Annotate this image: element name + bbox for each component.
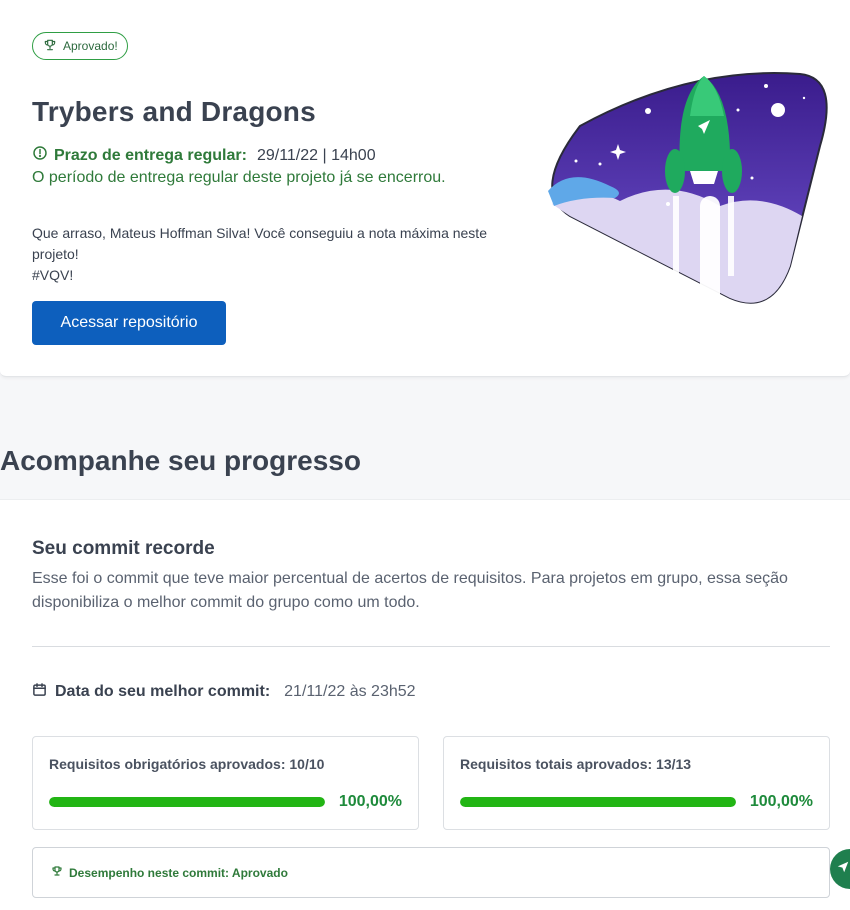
project-card: Aprovado! Trybers and Dragons Prazo de e… (0, 0, 850, 377)
total-requirements-percent: 100,00% (749, 793, 813, 810)
total-requirements-label: Requisitos totais aprovados: 13/13 (460, 756, 692, 772)
status-badge: Aprovado! (32, 32, 128, 60)
commit-performance-text: Desempenho neste commit: Aprovado (69, 865, 288, 880)
best-commit-value: 21/11/22 às 23h52 (284, 683, 416, 700)
mandatory-requirements-label: Requisitos obrigatórios aprovados: 10/10 (49, 756, 325, 772)
commit-record-description: Esse foi o commit que teve maior percent… (32, 570, 788, 611)
status-badge-label: Aprovado! (63, 39, 118, 53)
commit-record-card: Seu commit recorde Esse foi o commit que… (0, 499, 850, 910)
mandatory-requirements-percent: 100,00% (338, 793, 402, 810)
deadline-label: Prazo de entrega regular: (54, 146, 247, 164)
access-repository-button[interactable]: Acessar repositório (32, 301, 226, 345)
commit-record-title: Seu commit recorde (32, 538, 215, 559)
best-commit: Data do seu melhor commit: 21/11/22 às 2… (32, 682, 416, 702)
deadline-closed-text: O período de entrega regular deste proje… (32, 169, 446, 186)
commit-performance: Desempenho neste commit: Aprovado (32, 847, 830, 898)
trophy-icon (51, 865, 63, 880)
best-commit-label: Data do seu melhor commit: (55, 683, 271, 700)
mandatory-requirements-progress-bar (49, 797, 325, 807)
congrats-line: Que arraso, Mateus Hoffman Silva! Você c… (32, 225, 487, 262)
alert-circle-icon (32, 145, 48, 166)
deadline-value: 29/11/22 | 14h00 (256, 146, 376, 164)
progress-fill (49, 797, 325, 807)
congrats-message: Que arraso, Mateus Hoffman Silva! Você c… (32, 223, 522, 286)
progress-fill (460, 797, 736, 807)
total-requirements-card: Requisitos totais aprovados: 13/13 100,0… (443, 736, 830, 830)
calendar-icon (32, 682, 47, 702)
progress-section-title: Acompanhe seu progresso (0, 445, 361, 476)
trophy-icon (43, 38, 57, 55)
rocket-illustration (540, 66, 830, 310)
mandatory-requirements-card: Requisitos obrigatórios aprovados: 10/10… (32, 736, 419, 830)
divider (32, 646, 830, 647)
congrats-hashtag: #VQV! (32, 267, 74, 283)
deadline: Prazo de entrega regular: 29/11/22 | 14h… (32, 145, 376, 166)
total-requirements-progress-bar (460, 797, 736, 807)
project-title: Trybers and Dragons (32, 96, 316, 127)
